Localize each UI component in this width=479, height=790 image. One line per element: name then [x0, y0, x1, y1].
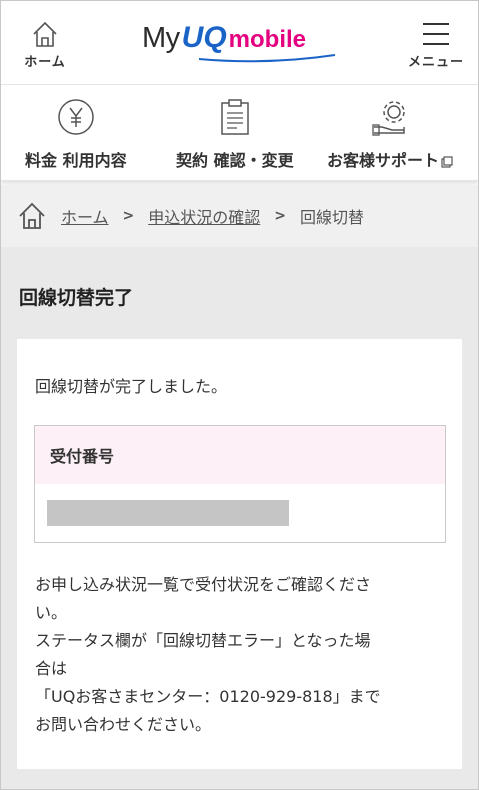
- nav-item-label: 契約 確認・変更: [176, 151, 294, 170]
- breadcrumb-link-application-status[interactable]: 申込状況の確認: [148, 204, 260, 228]
- nav-item-contract[interactable]: 契約 確認・変更: [176, 97, 294, 171]
- breadcrumb-current: 回線切替: [300, 208, 365, 227]
- clipboard-icon: [221, 99, 249, 135]
- nav-item-billing[interactable]: 料金 利用内容: [25, 97, 127, 171]
- notice-line: い。: [35, 603, 68, 622]
- page-title: 回線切替完了: [19, 287, 134, 309]
- gear-hand-icon: [372, 101, 405, 136]
- yen-icon: [58, 99, 94, 135]
- main-content: 回線切替完了 回線切替が完了しました。 受付番号 お申し込み状況一覧で受付状況を…: [1, 247, 478, 789]
- receipt-number-box: 受付番号: [34, 425, 446, 543]
- home-label: ホーム: [24, 55, 66, 70]
- receipt-number-value-redacted: [47, 500, 289, 526]
- breadcrumb-separator: >: [122, 208, 135, 224]
- nav-item-support[interactable]: お客様サポート: [327, 97, 453, 171]
- menu-button[interactable]: メニュー: [401, 21, 471, 71]
- notice-line: ステータス欄が「回線切替エラー」となった場: [35, 631, 371, 650]
- site-header: ホーム My UQ mobile メニュー: [1, 1, 478, 85]
- home-icon: [33, 21, 57, 47]
- home-button[interactable]: ホーム: [17, 19, 73, 71]
- notice-line: お問い合わせください。: [35, 715, 212, 734]
- nav-item-label: お客様サポート: [327, 147, 453, 171]
- breadcrumb-link-home[interactable]: ホーム: [61, 204, 109, 228]
- complete-message: 回線切替が完了しました。: [35, 377, 228, 396]
- breadcrumb: ホーム > 申込状況の確認 > 回線切替: [1, 185, 478, 247]
- notice-line: お申し込み状況一覧で受付状況をご確認くださ: [35, 575, 372, 594]
- breadcrumb-separator: >: [274, 208, 287, 224]
- home-icon[interactable]: [17, 201, 47, 231]
- notice-text: お申し込み状況一覧で受付状況をご確認くださ い。 ステータス欄が「回線切替エラー…: [35, 571, 445, 739]
- nav-item-label: 料金 利用内容: [25, 151, 127, 170]
- app-frame: ホーム My UQ mobile メニュー 料金 利用内容 契約 確認・変更 お…: [0, 0, 479, 790]
- receipt-number-label: 受付番号: [35, 426, 445, 484]
- hamburger-icon: [423, 23, 449, 45]
- external-link-icon: [441, 155, 453, 168]
- notice-line: 合は: [35, 659, 68, 678]
- quick-nav: 料金 利用内容 契約 確認・変更 お客様サポート: [1, 85, 478, 181]
- menu-label: メニュー: [407, 55, 464, 70]
- notice-line: 「UQお客さまセンター：0120-929-818」まで: [35, 687, 381, 706]
- result-card: 回線切替が完了しました。 受付番号 お申し込み状況一覧で受付状況をご確認くださ …: [17, 339, 462, 769]
- logo-swoosh: [198, 54, 336, 63]
